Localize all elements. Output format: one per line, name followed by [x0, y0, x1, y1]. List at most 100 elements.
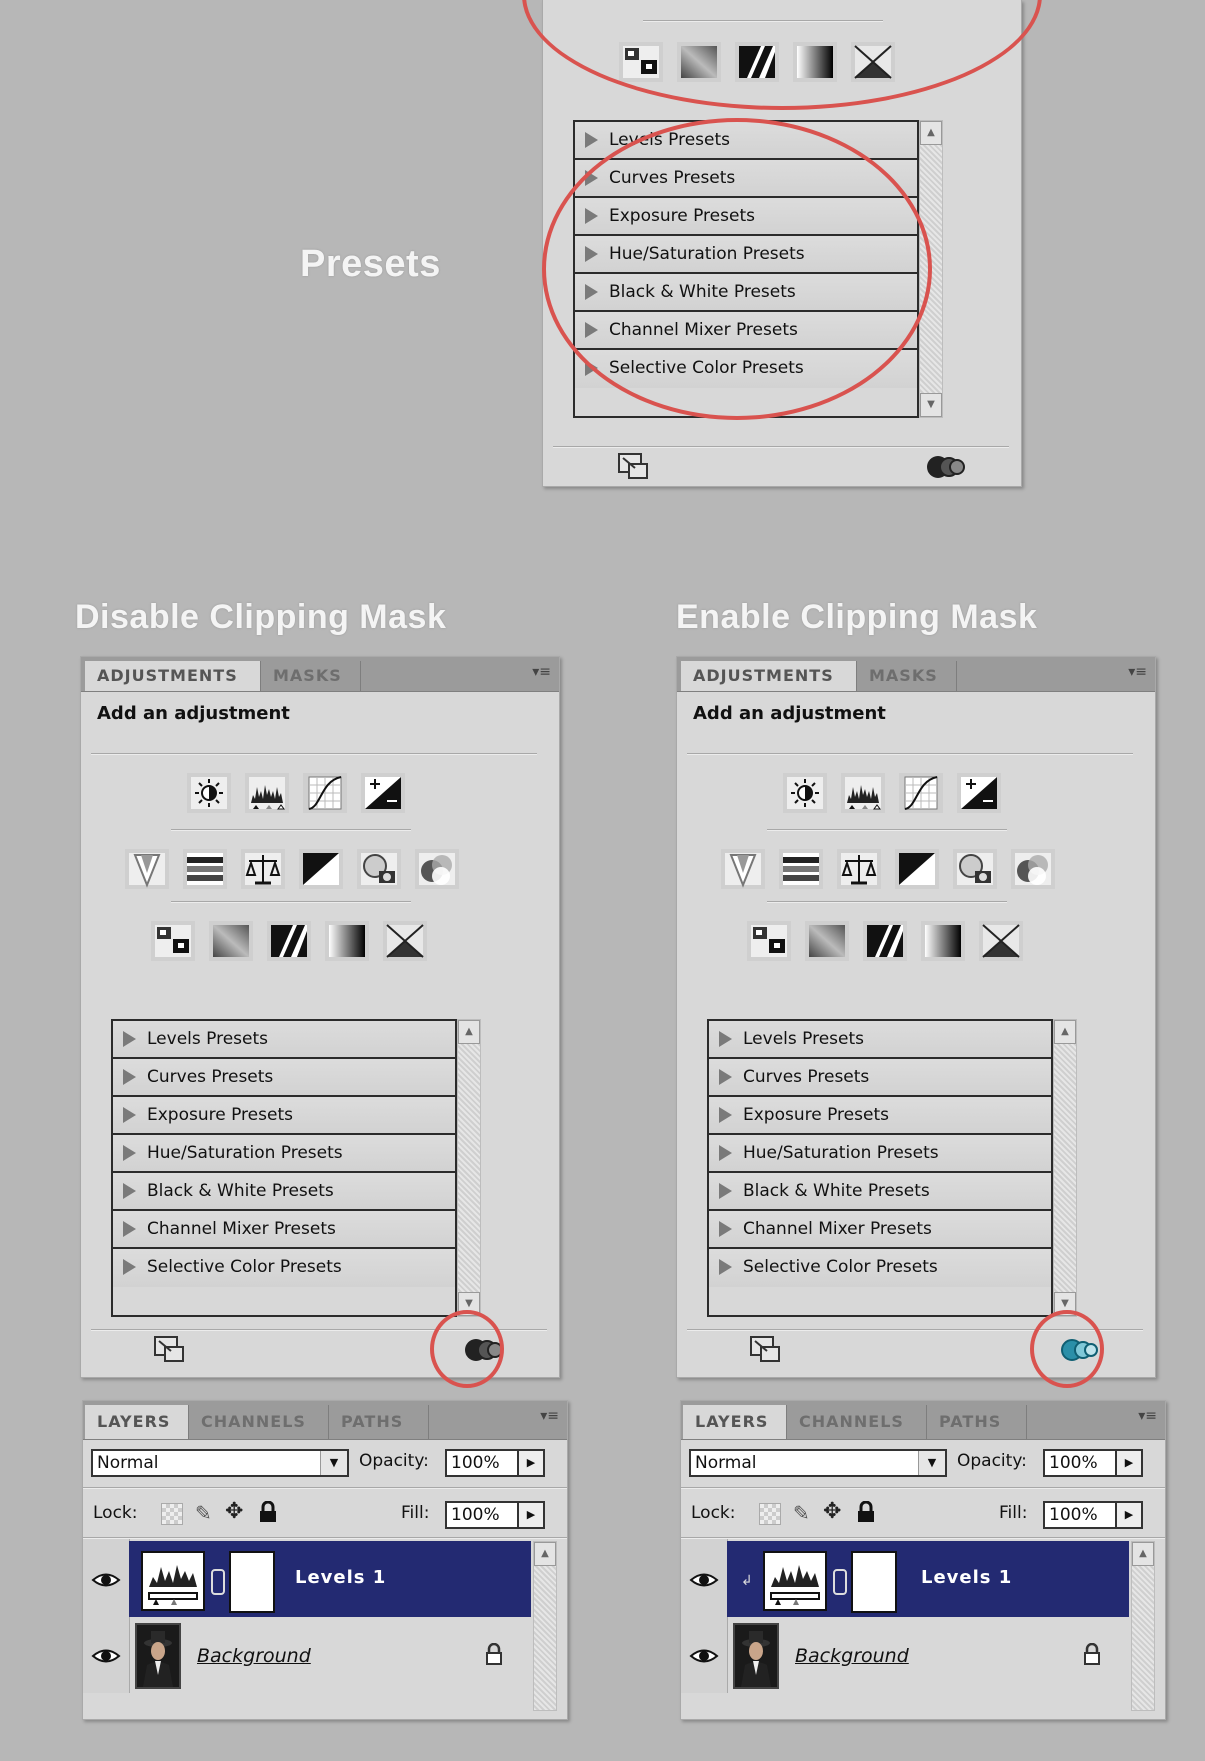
photo-filter-icon[interactable] [953, 849, 997, 889]
list-item[interactable]: Exposure Presets [113, 1097, 455, 1135]
tab-adjustments[interactable]: ADJUSTMENTS [85, 661, 261, 691]
lock-pixels-icon[interactable]: ✎ [195, 1501, 212, 1525]
hue-saturation-icon[interactable] [183, 849, 227, 889]
list-item[interactable]: Channel Mixer Presets [113, 1211, 455, 1249]
invert-icon[interactable] [747, 921, 791, 961]
return-to-list-icon[interactable] [153, 1335, 187, 1369]
curves-icon[interactable] [303, 773, 347, 813]
scroll-up-icon[interactable]: ▲ [458, 1020, 480, 1044]
tab-layers[interactable]: LAYERS [683, 1405, 787, 1439]
list-item[interactable]: Curves Presets [113, 1059, 455, 1097]
tab-paths[interactable]: PATHS [329, 1405, 429, 1439]
color-balance-icon[interactable] [837, 849, 881, 889]
selective-color-icon[interactable] [383, 921, 427, 961]
tab-layers[interactable]: LAYERS [85, 1405, 189, 1439]
scroll-down-icon[interactable]: ▼ [920, 393, 942, 417]
fill-input[interactable]: 100% ▶ [445, 1501, 545, 1529]
lock-all-icon[interactable] [259, 1500, 277, 1527]
curves-icon[interactable] [899, 773, 943, 813]
posterize-icon[interactable] [209, 921, 253, 961]
layer-mask-thumbnail[interactable] [851, 1551, 897, 1613]
posterize-icon[interactable] [805, 921, 849, 961]
scroll-up-icon[interactable]: ▲ [920, 121, 942, 145]
lock-all-icon[interactable] [857, 1500, 875, 1527]
exposure-icon[interactable] [361, 773, 405, 813]
lock-position-icon[interactable]: ✥ [823, 1499, 841, 1524]
return-to-list-icon[interactable] [617, 452, 651, 486]
presets-scrollbar[interactable]: ▲ ▼ [457, 1019, 481, 1317]
list-item[interactable]: Selective Color Presets [113, 1249, 455, 1287]
scroll-up-icon[interactable]: ▲ [1132, 1542, 1154, 1566]
list-item[interactable]: Channel Mixer Presets [709, 1211, 1051, 1249]
lock-pixels-icon[interactable]: ✎ [793, 1501, 810, 1525]
list-item[interactable]: Black & White Presets [113, 1173, 455, 1211]
opacity-input[interactable]: 100% ▶ [445, 1449, 545, 1477]
list-item[interactable]: Hue/Saturation Presets [709, 1135, 1051, 1173]
clip-to-layer-icon[interactable] [925, 452, 965, 486]
tab-paths[interactable]: PATHS [927, 1405, 1027, 1439]
layer-name[interactable]: Levels 1 [921, 1567, 1012, 1588]
list-item[interactable]: Levels Presets [113, 1021, 455, 1059]
levels-icon[interactable] [841, 773, 885, 813]
panel-menu-icon[interactable]: ▾≡ [1117, 664, 1147, 684]
tab-adjustments[interactable]: ADJUSTMENTS [681, 661, 857, 691]
channel-mixer-icon[interactable] [415, 849, 459, 889]
threshold-icon[interactable] [267, 921, 311, 961]
levels-adjustment-thumbnail[interactable] [763, 1551, 827, 1611]
levels-icon[interactable] [245, 773, 289, 813]
channel-mixer-icon[interactable] [1011, 849, 1055, 889]
list-item[interactable]: Black & White Presets [709, 1173, 1051, 1211]
opacity-input[interactable]: 100% ▶ [1043, 1449, 1143, 1477]
list-item[interactable]: Levels Presets [709, 1021, 1051, 1059]
brightness-contrast-icon[interactable] [187, 773, 231, 813]
background-thumbnail[interactable] [135, 1623, 181, 1689]
list-item[interactable]: Hue/Saturation Presets [113, 1135, 455, 1173]
blend-mode-select[interactable]: Normal ▼ [91, 1449, 349, 1477]
selective-color-icon[interactable] [979, 921, 1023, 961]
scroll-up-icon[interactable]: ▲ [1054, 1020, 1076, 1044]
presets-scrollbar[interactable]: ▲ ▼ [1053, 1019, 1077, 1317]
visibility-eye-icon[interactable] [91, 1645, 121, 1667]
vibrance-icon[interactable] [721, 849, 765, 889]
layer-name[interactable]: Background [795, 1645, 909, 1667]
levels-adjustment-thumbnail[interactable] [141, 1551, 205, 1611]
lock-transparent-icon[interactable] [161, 1503, 183, 1525]
threshold-icon[interactable] [863, 921, 907, 961]
tab-masks[interactable]: MASKS [261, 661, 361, 691]
list-item[interactable]: Curves Presets [709, 1059, 1051, 1097]
visibility-eye-icon[interactable] [689, 1569, 719, 1591]
exposure-icon[interactable] [957, 773, 1001, 813]
vibrance-icon[interactable] [125, 849, 169, 889]
lock-position-icon[interactable]: ✥ [225, 1499, 243, 1524]
layers-scrollbar[interactable]: ▲ [533, 1541, 557, 1711]
chain-link-icon[interactable] [833, 1569, 847, 1595]
visibility-eye-icon[interactable] [689, 1645, 719, 1667]
lock-transparent-icon[interactable] [759, 1503, 781, 1525]
tab-channels[interactable]: CHANNELS [787, 1405, 927, 1439]
list-item[interactable]: Exposure Presets [709, 1097, 1051, 1135]
gradient-map-icon[interactable] [921, 921, 965, 961]
invert-icon[interactable] [151, 921, 195, 961]
gradient-map-icon[interactable] [325, 921, 369, 961]
return-to-list-icon[interactable] [749, 1335, 783, 1369]
opacity-arrow-icon[interactable]: ▶ [517, 1451, 543, 1475]
photo-filter-icon[interactable] [357, 849, 401, 889]
panel-menu-icon[interactable]: ▾≡ [529, 1408, 559, 1428]
layers-scrollbar[interactable]: ▲ [1131, 1541, 1155, 1711]
fill-arrow-icon[interactable]: ▶ [1115, 1503, 1141, 1527]
visibility-eye-icon[interactable] [91, 1569, 121, 1591]
layer-mask-thumbnail[interactable] [229, 1551, 275, 1613]
chain-link-icon[interactable] [211, 1569, 225, 1595]
layer-name[interactable]: Background [197, 1645, 311, 1667]
layer-name[interactable]: Levels 1 [295, 1567, 386, 1588]
panel-menu-icon[interactable]: ▾≡ [521, 664, 551, 684]
tab-channels[interactable]: CHANNELS [189, 1405, 329, 1439]
fill-arrow-icon[interactable]: ▶ [517, 1503, 543, 1527]
black-white-icon[interactable] [299, 849, 343, 889]
tab-masks[interactable]: MASKS [857, 661, 957, 691]
blend-mode-select[interactable]: Normal ▼ [689, 1449, 947, 1477]
hue-saturation-icon[interactable] [779, 849, 823, 889]
color-balance-icon[interactable] [241, 849, 285, 889]
opacity-arrow-icon[interactable]: ▶ [1115, 1451, 1141, 1475]
scroll-up-icon[interactable]: ▲ [534, 1542, 556, 1566]
